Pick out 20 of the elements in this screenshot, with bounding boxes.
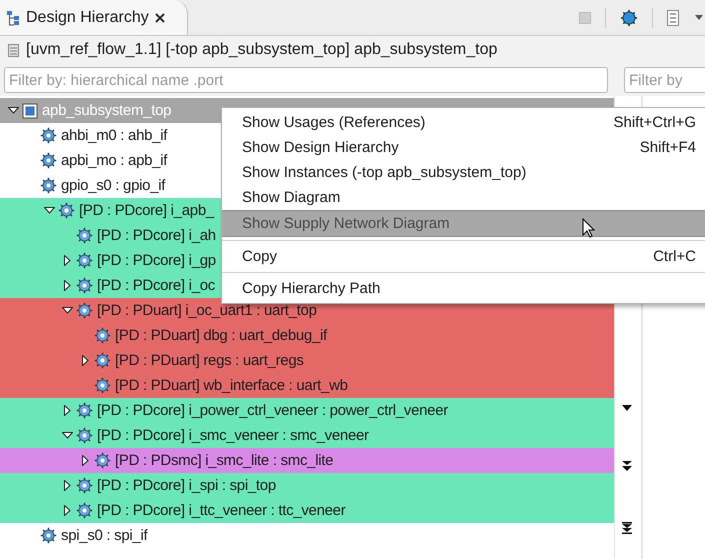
tab-title: Design Hierarchy: [26, 8, 149, 26]
tree-item-label: [PD : PDcore] i_smc_veneer : smc_veneer: [97, 427, 369, 444]
tree-item-label: [PD : PDuart] regs : uart_regs: [115, 352, 304, 369]
tree-item-label: [PD : PDcore] i_power_ctrl_veneer : power_ctrl_veneer: [97, 402, 448, 419]
tree-item-label: ahbi_m0 : ahb_if: [61, 127, 168, 144]
tree-item-label: [PD : PDcore] i_apb_: [79, 202, 214, 219]
tree-item-label: [PD : PDcore] i_oc: [97, 277, 215, 294]
tree-item-label: [PD : PDuart] dbg : uart_debug_if: [115, 327, 327, 344]
tree-item-label: gpio_s0 : gpio_if: [61, 177, 166, 194]
tree-item-label: apbi_mo : apb_if: [61, 152, 168, 169]
tree-item-label: [PD : PDcore] i_gp: [97, 252, 216, 269]
design-path: [uvm_ref_flow_1.1] [-top apb_subsystem_top] apb_subsystem_top: [26, 41, 498, 59]
tree-item-label: [PD : PDuart] i_oc_uart1 : uart_top: [97, 302, 317, 319]
tree-item-label: [PD : PDcore] i_ah: [97, 227, 216, 244]
tree-item-label: [PD : PDsmc] i_smc_lite : smc_lite: [115, 452, 334, 469]
tree-item-label: [PD : PDcore] i_ttc_veneer : ttc_veneer: [97, 502, 346, 519]
tree-item-label: apb_subsystem_top: [42, 102, 172, 119]
tree-item-label: [PD : PDuart] wb_interface : uart_wb: [115, 377, 348, 394]
tree-item-label: spi_s0 : spi_if: [61, 527, 148, 544]
tree-item-label: [PD : PDcore] i_spi : spi_top: [97, 477, 276, 494]
